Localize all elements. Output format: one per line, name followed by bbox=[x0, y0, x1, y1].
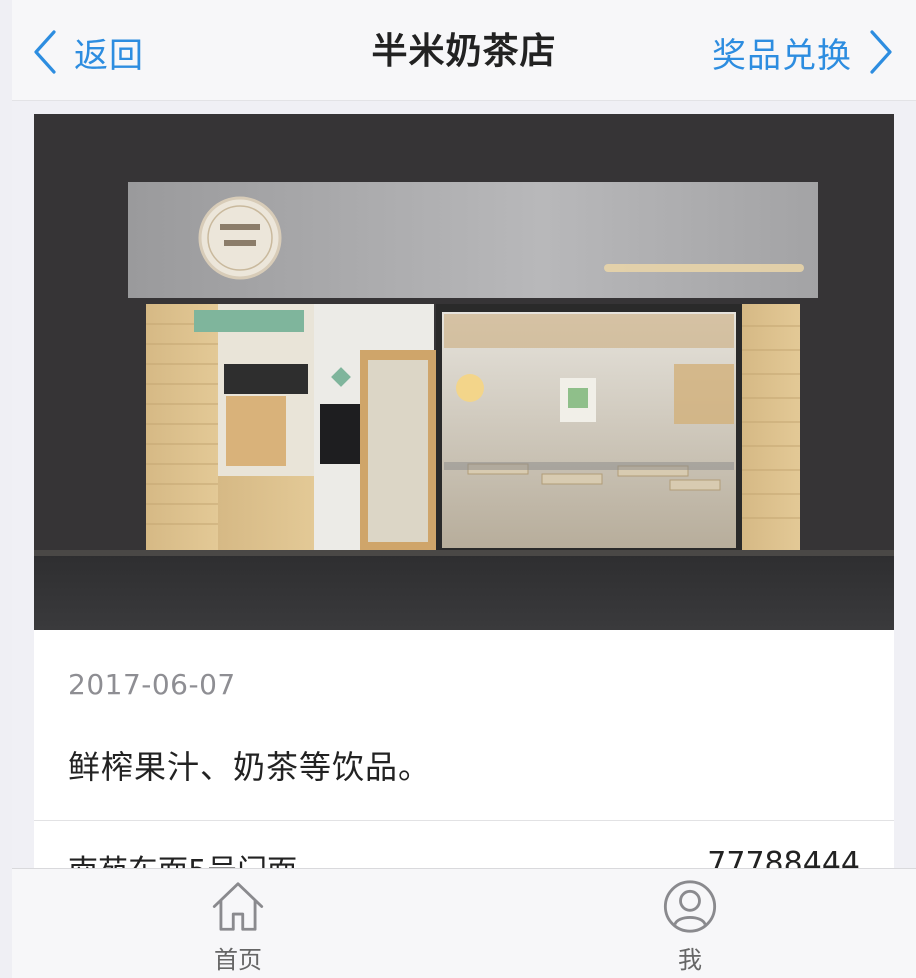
home-icon bbox=[212, 882, 264, 931]
back-label: 返回 bbox=[74, 35, 144, 76]
app-screen: 返回 半米奶茶店 奖品兑换 2017-06-07 鲜榨果汁、奶茶等饮品。 777… bbox=[12, 0, 916, 978]
navigation-bar: 返回 半米奶茶店 奖品兑换 bbox=[12, 0, 916, 101]
store-description: 鲜榨果汁、奶茶等饮品。 bbox=[68, 748, 432, 786]
divider bbox=[34, 820, 894, 821]
person-icon bbox=[663, 880, 717, 933]
store-card: 2017-06-07 鲜榨果汁、奶茶等饮品。 南苑东面5号门面 77788444 bbox=[34, 114, 894, 978]
tab-home-label: 首页 bbox=[214, 946, 262, 974]
chevron-left-icon bbox=[34, 30, 56, 74]
tab-bar: 首页 我 bbox=[12, 868, 916, 978]
prize-exchange-button[interactable]: 奖品兑换 bbox=[712, 26, 896, 78]
tab-home[interactable]: 首页 bbox=[178, 879, 298, 975]
tab-me-label: 我 bbox=[678, 946, 702, 974]
back-button[interactable]: 返回 bbox=[30, 26, 144, 78]
store-date: 2017-06-07 bbox=[68, 668, 236, 701]
store-photo bbox=[34, 114, 894, 630]
chevron-right-icon bbox=[870, 30, 892, 74]
prize-exchange-label: 奖品兑换 bbox=[712, 35, 852, 76]
tab-me[interactable]: 我 bbox=[630, 879, 750, 975]
